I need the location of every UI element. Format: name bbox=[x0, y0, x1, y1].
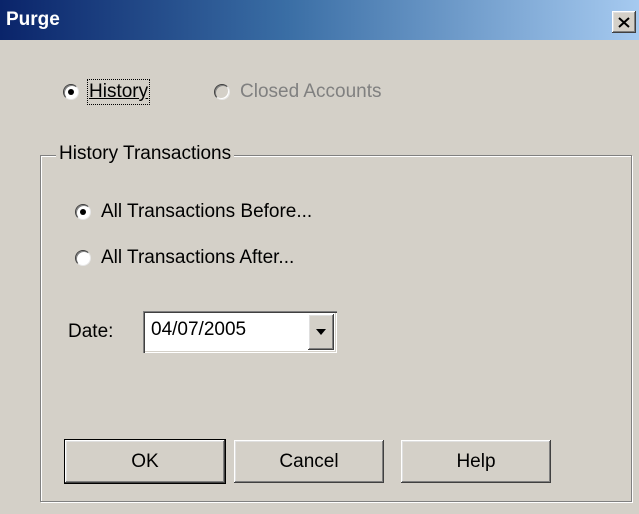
radio-closed-accounts-circle bbox=[214, 84, 230, 100]
radio-history-circle bbox=[63, 84, 79, 100]
group-label: History Transactions bbox=[56, 143, 235, 165]
radio-history-label: History bbox=[86, 79, 151, 105]
close-button[interactable] bbox=[612, 11, 636, 33]
close-icon bbox=[618, 16, 630, 28]
radio-all-before[interactable]: All Transactions Before... bbox=[75, 201, 312, 223]
window-title: Purge bbox=[6, 9, 60, 30]
date-label: Date: bbox=[68, 321, 114, 342]
chevron-down-icon bbox=[316, 329, 326, 335]
radio-all-after-label: All Transactions After... bbox=[101, 247, 295, 268]
title-bar: Purge bbox=[0, 0, 639, 40]
ok-button[interactable]: OK bbox=[64, 439, 226, 484]
date-value: 04/07/2005 bbox=[151, 319, 247, 340]
window-left-border bbox=[0, 40, 4, 514]
radio-all-before-circle bbox=[75, 204, 91, 220]
history-label-text: History bbox=[89, 81, 149, 102]
radio-history[interactable]: History bbox=[63, 79, 151, 105]
radio-all-after[interactable]: All Transactions After... bbox=[75, 247, 294, 269]
cancel-button[interactable]: Cancel bbox=[234, 440, 384, 483]
radio-all-before-label: All Transactions Before... bbox=[101, 201, 313, 222]
date-dropdown-button[interactable] bbox=[308, 314, 334, 350]
help-button[interactable]: Help bbox=[401, 440, 551, 483]
radio-all-after-circle bbox=[75, 250, 91, 266]
date-input[interactable]: 04/07/2005 bbox=[143, 311, 337, 353]
radio-closed-accounts[interactable]: Closed Accounts bbox=[214, 81, 382, 103]
radio-closed-accounts-label: Closed Accounts bbox=[240, 81, 382, 102]
